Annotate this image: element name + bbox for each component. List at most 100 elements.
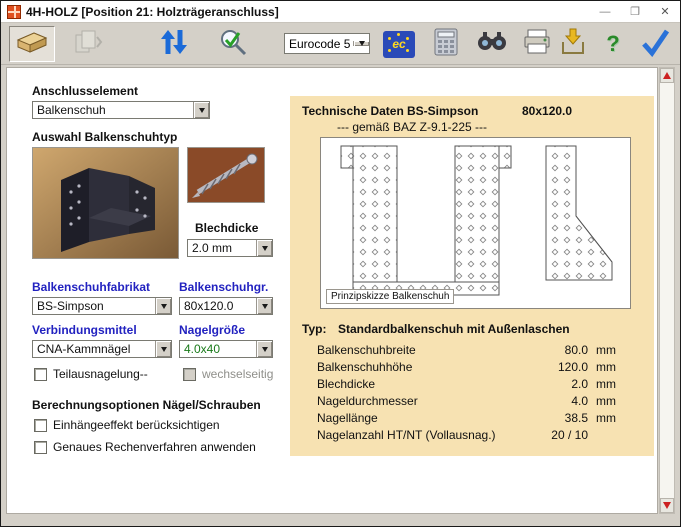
help-question-icon: ? — [606, 31, 619, 57]
checkbox-box — [183, 368, 196, 381]
confirm-button[interactable] — [635, 26, 675, 62]
printer-icon — [521, 28, 553, 61]
window-title: 4H-HOLZ [Position 21: Holzträgeranschlus… — [26, 5, 279, 19]
up-down-arrows-icon — [157, 27, 191, 62]
print-button[interactable] — [517, 26, 557, 62]
data-row: Balkenschuhhöhe 120.0 mm — [290, 360, 654, 376]
blechdicke-label: Blechdicke — [195, 221, 258, 235]
einhaengeeffekt-label: Einhängeeffekt berücksichtigen — [53, 418, 220, 432]
teilausnagelung-checkbox[interactable]: Teilausnagelung-- — [34, 367, 148, 381]
fabrikat-value: BS-Simpson — [33, 298, 155, 314]
verbindungsmittel-value: CNA-Kammnägel — [33, 341, 155, 357]
ec-label: ec — [392, 37, 405, 51]
check-view-button[interactable] — [211, 26, 257, 62]
hanger-sketch: Prinzipskizze Balkenschuh — [320, 137, 631, 309]
help-button[interactable]: ? — [593, 26, 633, 62]
anschlusselement-select[interactable]: Balkenschuh — [32, 101, 210, 119]
export-button[interactable] — [553, 26, 593, 62]
blechdicke-select[interactable]: 2.0 mm — [187, 239, 273, 257]
timber-element-button[interactable] — [9, 26, 55, 62]
calculator-icon — [431, 27, 461, 62]
data-row: Nageldurchmesser 4.0 mm — [290, 394, 654, 410]
row-label: Nagelanzahl HT/NT (Vollausnag.) — [317, 428, 496, 442]
export-arrow-icon — [557, 28, 589, 61]
groesse-label: Balkenschuhgr. — [179, 280, 268, 294]
swap-position-button[interactable] — [151, 26, 197, 62]
row-value: 80.0 — [500, 343, 588, 357]
eurocode-flag-button[interactable]: ec — [379, 26, 419, 62]
joist-hanger-photo — [32, 147, 179, 259]
verbindungsmittel-select[interactable]: CNA-Kammnägel — [32, 340, 172, 358]
genaues-verfahren-checkbox[interactable]: Genaues Rechenverfahren anwenden — [34, 440, 256, 454]
technical-data-panel: Technische Daten BS-Simpson 80x120.0 ---… — [290, 96, 654, 456]
nagelgroesse-value: 4.0x40 — [180, 341, 256, 357]
genaues-verfahren-label: Genaues Rechenverfahren anwenden — [53, 440, 256, 454]
eu-ec-flag-icon: ec — [383, 31, 415, 58]
typ-label: Typ: — [302, 322, 326, 336]
row-label: Balkenschuhhöhe — [317, 360, 412, 374]
minimize-button[interactable]: — — [590, 1, 620, 22]
vertical-scrollbar[interactable] — [659, 67, 675, 514]
dropdown-arrow-icon[interactable] — [256, 341, 272, 357]
einhaengeeffekt-checkbox[interactable]: Einhängeeffekt berücksichtigen — [34, 418, 220, 432]
row-label: Nagellänge — [317, 411, 378, 425]
row-unit: mm — [596, 360, 616, 374]
berechnungsoptionen-label: Berechnungsoptionen Nägel/Schrauben — [32, 398, 261, 412]
confirm-check-icon — [639, 27, 671, 62]
dropdown-arrow-icon[interactable] — [256, 298, 272, 314]
row-label: Blechdicke — [317, 377, 375, 391]
binoculars-icon — [475, 27, 509, 62]
dropdown-arrow-icon[interactable] — [155, 341, 171, 357]
panel-size: 80x120.0 — [522, 104, 572, 118]
typ-value: Standardbalkenschuh mit Außenlaschen — [338, 322, 570, 336]
dropdown-arrow-icon[interactable] — [155, 298, 171, 314]
data-row: Nagelanzahl HT/NT (Vollausnag.) 20 / 10 — [290, 428, 654, 444]
anschlusselement-value: Balkenschuh — [33, 102, 193, 118]
groesse-select[interactable]: 80x120.0 — [179, 297, 273, 315]
data-row: Blechdicke 2.0 mm — [290, 377, 654, 393]
eurocode-select[interactable]: Eurocode 5 — [284, 33, 370, 54]
fabrikat-label: Balkenschuhfabrikat — [32, 280, 150, 294]
sketch-caption: Prinzipskizze Balkenschuh — [326, 289, 454, 304]
data-row: Nagellänge 38.5 mm — [290, 411, 654, 427]
document-pages-button[interactable] — [65, 26, 111, 62]
wechselseitig-checkbox: wechselseitig — [183, 367, 273, 381]
row-label: Nageldurchmesser — [317, 394, 418, 408]
scroll-down-button[interactable] — [660, 498, 674, 513]
verbindungsmittel-label: Verbindungsmittel — [32, 323, 137, 337]
fabrikat-select[interactable]: BS-Simpson — [32, 297, 172, 315]
checkbox-box[interactable] — [34, 441, 47, 454]
panel-subtitle: --- gemäß BAZ Z-9.1-225 --- — [337, 120, 487, 134]
row-value: 38.5 — [500, 411, 588, 425]
magnifier-check-icon — [218, 27, 250, 62]
checkbox-box[interactable] — [34, 368, 47, 381]
auswahl-balkenschuhtyp-label: Auswahl Balkenschuhtyp — [32, 130, 177, 144]
checkbox-box[interactable] — [34, 419, 47, 432]
panel-brand: BS-Simpson — [407, 104, 478, 118]
dropdown-arrow-icon[interactable] — [256, 240, 272, 256]
row-value: 2.0 — [500, 377, 588, 391]
data-row: Balkenschuhbreite 80.0 mm — [290, 343, 654, 359]
toolbar: Eurocode 5 ec — [1, 23, 680, 65]
dropdown-arrow-icon[interactable] — [193, 102, 209, 118]
nagelgroesse-label: Nagelgröße — [179, 323, 245, 337]
row-value: 20 / 10 — [500, 428, 588, 442]
scroll-up-button[interactable] — [660, 68, 674, 83]
nagelgroesse-select[interactable]: 4.0x40 — [179, 340, 273, 358]
scroll-down-icon — [663, 502, 671, 509]
teilausnagelung-label: Teilausnagelung-- — [53, 367, 148, 381]
close-button[interactable]: ✕ — [650, 1, 680, 22]
calculator-button[interactable] — [423, 26, 469, 62]
app-window: 4H-HOLZ [Position 21: Holzträgeranschlus… — [0, 0, 681, 527]
row-value: 4.0 — [500, 394, 588, 408]
dropdown-arrow-icon[interactable] — [353, 41, 369, 46]
row-unit: mm — [596, 377, 616, 391]
wechselseitig-label: wechselseitig — [202, 367, 273, 381]
timber-beam-icon — [15, 27, 49, 62]
main-content: Anschlusselement Balkenschuh Auswahl Bal… — [6, 67, 658, 514]
search-button[interactable] — [469, 26, 515, 62]
maximize-button[interactable]: ❐ — [620, 1, 650, 22]
row-unit: mm — [596, 411, 616, 425]
row-unit: mm — [596, 343, 616, 357]
scroll-up-icon — [663, 72, 671, 79]
